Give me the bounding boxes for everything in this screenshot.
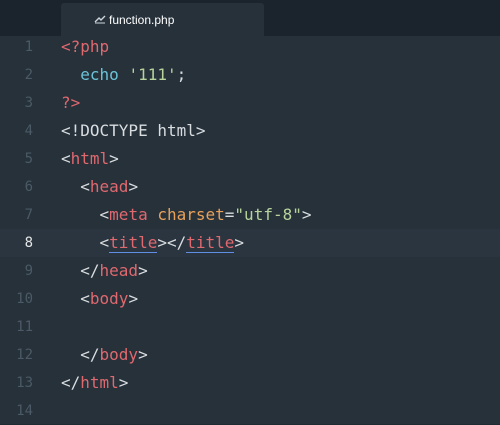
- code-token: >: [118, 373, 129, 392]
- code-text: <meta charset="utf-8">: [61, 201, 312, 229]
- code-line[interactable]: 8 <title></title>: [0, 229, 500, 257]
- code-token: head: [99, 261, 139, 280]
- line-number: 4: [24, 123, 33, 139]
- code-token: >: [301, 205, 312, 224]
- line-number: 8: [24, 235, 33, 251]
- code-token: >: [128, 289, 139, 308]
- code-line[interactable]: 14: [0, 397, 500, 425]
- code-token: >: [109, 149, 119, 168]
- code-token: head: [89, 177, 129, 196]
- code-line[interactable]: 1 <?php: [0, 33, 500, 61]
- code-token: title: [186, 233, 235, 253]
- line-number: 11: [16, 319, 33, 335]
- code-token: =: [224, 205, 235, 224]
- line-number: 7: [24, 207, 33, 223]
- code-token: echo: [80, 65, 119, 84]
- code-line[interactable]: 3 ?>: [0, 89, 500, 117]
- code-token: ;: [176, 65, 187, 84]
- code-line[interactable]: 12 </body>: [0, 341, 500, 369]
- code-text: echo '111';: [61, 61, 186, 89]
- code-token: body: [89, 289, 129, 308]
- line-number: 12: [16, 347, 33, 363]
- tab-function-php[interactable]: function.php: [61, 3, 264, 36]
- code-token: >: [234, 233, 245, 252]
- code-text: <?php: [61, 33, 109, 61]
- code-line[interactable]: 11: [0, 313, 500, 341]
- line-number: 2: [24, 67, 33, 83]
- code-line[interactable]: 13 </html>: [0, 369, 500, 397]
- line-number: 6: [24, 179, 33, 195]
- code-line[interactable]: 6 <head>: [0, 173, 500, 201]
- line-number: 5: [24, 151, 33, 167]
- code-line[interactable]: 10 <body>: [0, 285, 500, 313]
- code-token: '111': [128, 65, 177, 84]
- code-token: >: [138, 345, 148, 364]
- line-number: 1: [24, 39, 33, 55]
- php-file-icon: [94, 15, 106, 24]
- line-number: 10: [16, 291, 33, 307]
- code-token: title: [109, 233, 158, 253]
- code-token: body: [99, 345, 139, 364]
- code-token: <: [61, 177, 90, 196]
- code-text: </html>: [61, 369, 128, 397]
- code-token: <: [61, 289, 90, 308]
- code-text: </body>: [61, 341, 148, 369]
- line-number: 13: [16, 375, 33, 391]
- code-token: charset: [157, 205, 225, 224]
- code-token: "utf-8": [234, 205, 302, 224]
- code-token: <: [61, 149, 71, 168]
- code-text: <html>: [61, 145, 119, 173]
- line-number: 9: [24, 263, 33, 279]
- code-text: <body>: [61, 285, 138, 313]
- code-text: ?>: [61, 89, 80, 117]
- code-line[interactable]: 2 echo '111';: [0, 61, 500, 89]
- code-token: html: [70, 149, 110, 168]
- code-token: </: [61, 261, 100, 280]
- code-editor[interactable]: 1 <?php 2 echo '111'; 3 ?> 4 <!DOCTYPE html> 5 <…: [0, 36, 500, 424]
- code-token: ?>: [61, 93, 81, 112]
- code-line[interactable]: 7 <meta charset="utf-8">: [0, 201, 500, 229]
- code-token: html: [80, 373, 119, 392]
- code-token: ></: [157, 233, 187, 252]
- tab-label: function.php: [109, 13, 175, 27]
- code-line[interactable]: 9 </head>: [0, 257, 500, 285]
- code-token: <?php: [61, 37, 110, 56]
- code-token: <: [61, 233, 110, 252]
- code-text: <!DOCTYPE html>: [61, 117, 206, 145]
- line-number: 3: [24, 95, 33, 111]
- code-token: </: [61, 373, 81, 392]
- code-token: meta: [109, 205, 148, 224]
- code-line[interactable]: 4 <!DOCTYPE html>: [0, 117, 500, 145]
- code-token: >: [128, 177, 139, 196]
- code-token: >: [138, 261, 148, 280]
- tab-bar: function.php: [0, 0, 500, 36]
- line-number: 14: [16, 403, 33, 419]
- code-text: <title></title>: [61, 229, 244, 257]
- code-token: <: [61, 205, 110, 224]
- code-text: </head>: [61, 257, 148, 285]
- code-line[interactable]: 5 <html>: [0, 145, 500, 173]
- code-token: </: [61, 345, 100, 364]
- code-token: <!DOCTYPE html>: [61, 121, 206, 140]
- code-text: <head>: [61, 173, 138, 201]
